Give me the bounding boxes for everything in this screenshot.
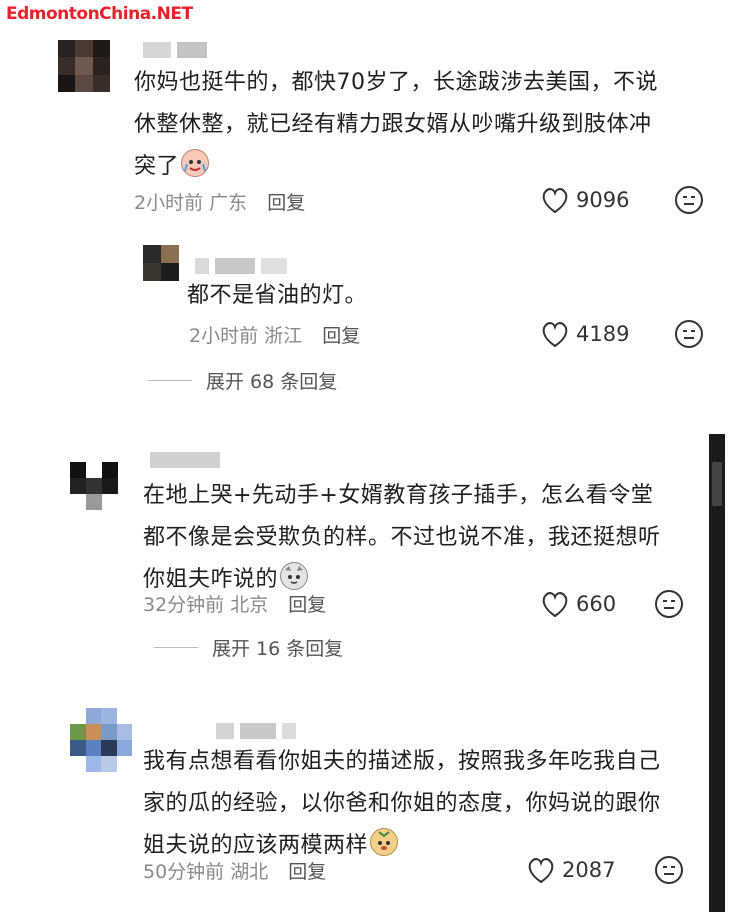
heart-outline-icon [542,592,568,618]
comment-meta: 2小时前 广东 回复 [134,192,306,214]
comment-text: 在地上哭+先动手+女婿教育孩子插手，怎么看令堂 都不像是会受欺负的样。不过也说不… [143,483,661,592]
neutral-face-icon[interactable] [654,855,684,885]
site-watermark: EdmontonChina.NET [6,4,193,24]
neutral-face-icon[interactable] [674,185,704,215]
heart-outline-icon [542,188,568,214]
comment-meta: 32分钟前 北京 回复 [143,594,327,616]
username-blurred[interactable] [143,42,213,58]
scrollbar[interactable] [709,434,725,912]
divider [154,647,198,648]
like-count: 9096 [576,188,630,212]
like-button[interactable]: 2087 [526,856,615,884]
avatar[interactable] [70,708,132,772]
like-button[interactable]: 660 [540,590,616,618]
neutral-face-icon[interactable] [674,319,704,349]
comment-meta: 2小时前 浙江 回复 [189,325,361,347]
dog-emoji [370,828,399,856]
like-count: 4189 [576,322,630,346]
avatar[interactable] [70,462,118,510]
comment-text: 你妈也挺牛的，都快70岁了，长途跋涉去美国，不说 休整休整，就已经有精力跟女婿从… [134,70,658,179]
like-count: 2087 [562,858,616,882]
heart-outline-icon [528,858,554,884]
reply-button[interactable]: 回复 [267,192,305,214]
username-blurred[interactable] [195,258,293,274]
crying-laugh-emoji [181,149,210,177]
reply-button[interactable]: 回复 [288,861,326,883]
avatar[interactable] [143,245,179,281]
comment-text: 都不是省油的灯。 [187,283,368,308]
heart-outline-icon [542,322,568,348]
reply-button[interactable]: 回复 [288,594,326,616]
username-blurred[interactable] [150,452,226,468]
divider [148,380,192,381]
expand-replies-button[interactable]: 展开 68 条回复 [148,367,337,394]
like-button[interactable]: 9096 [540,186,629,214]
comment-text: 我有点想看看你姐夫的描述版，按照我多年吃我自己 家的瓜的经验，以你爸和你姐的态度… [143,749,661,858]
scrollbar-thumb[interactable] [712,462,722,506]
expand-replies-button[interactable]: 展开 16 条回复 [154,634,343,661]
like-count: 660 [576,592,617,616]
neutral-face-icon[interactable] [654,589,684,619]
cat-emoji [280,562,309,590]
like-button[interactable]: 4189 [540,320,629,348]
comment-meta: 50分钟前 湖北 回复 [143,861,327,883]
username-blurred[interactable] [216,723,302,739]
reply-button[interactable]: 回复 [322,325,360,347]
avatar[interactable] [58,40,110,92]
